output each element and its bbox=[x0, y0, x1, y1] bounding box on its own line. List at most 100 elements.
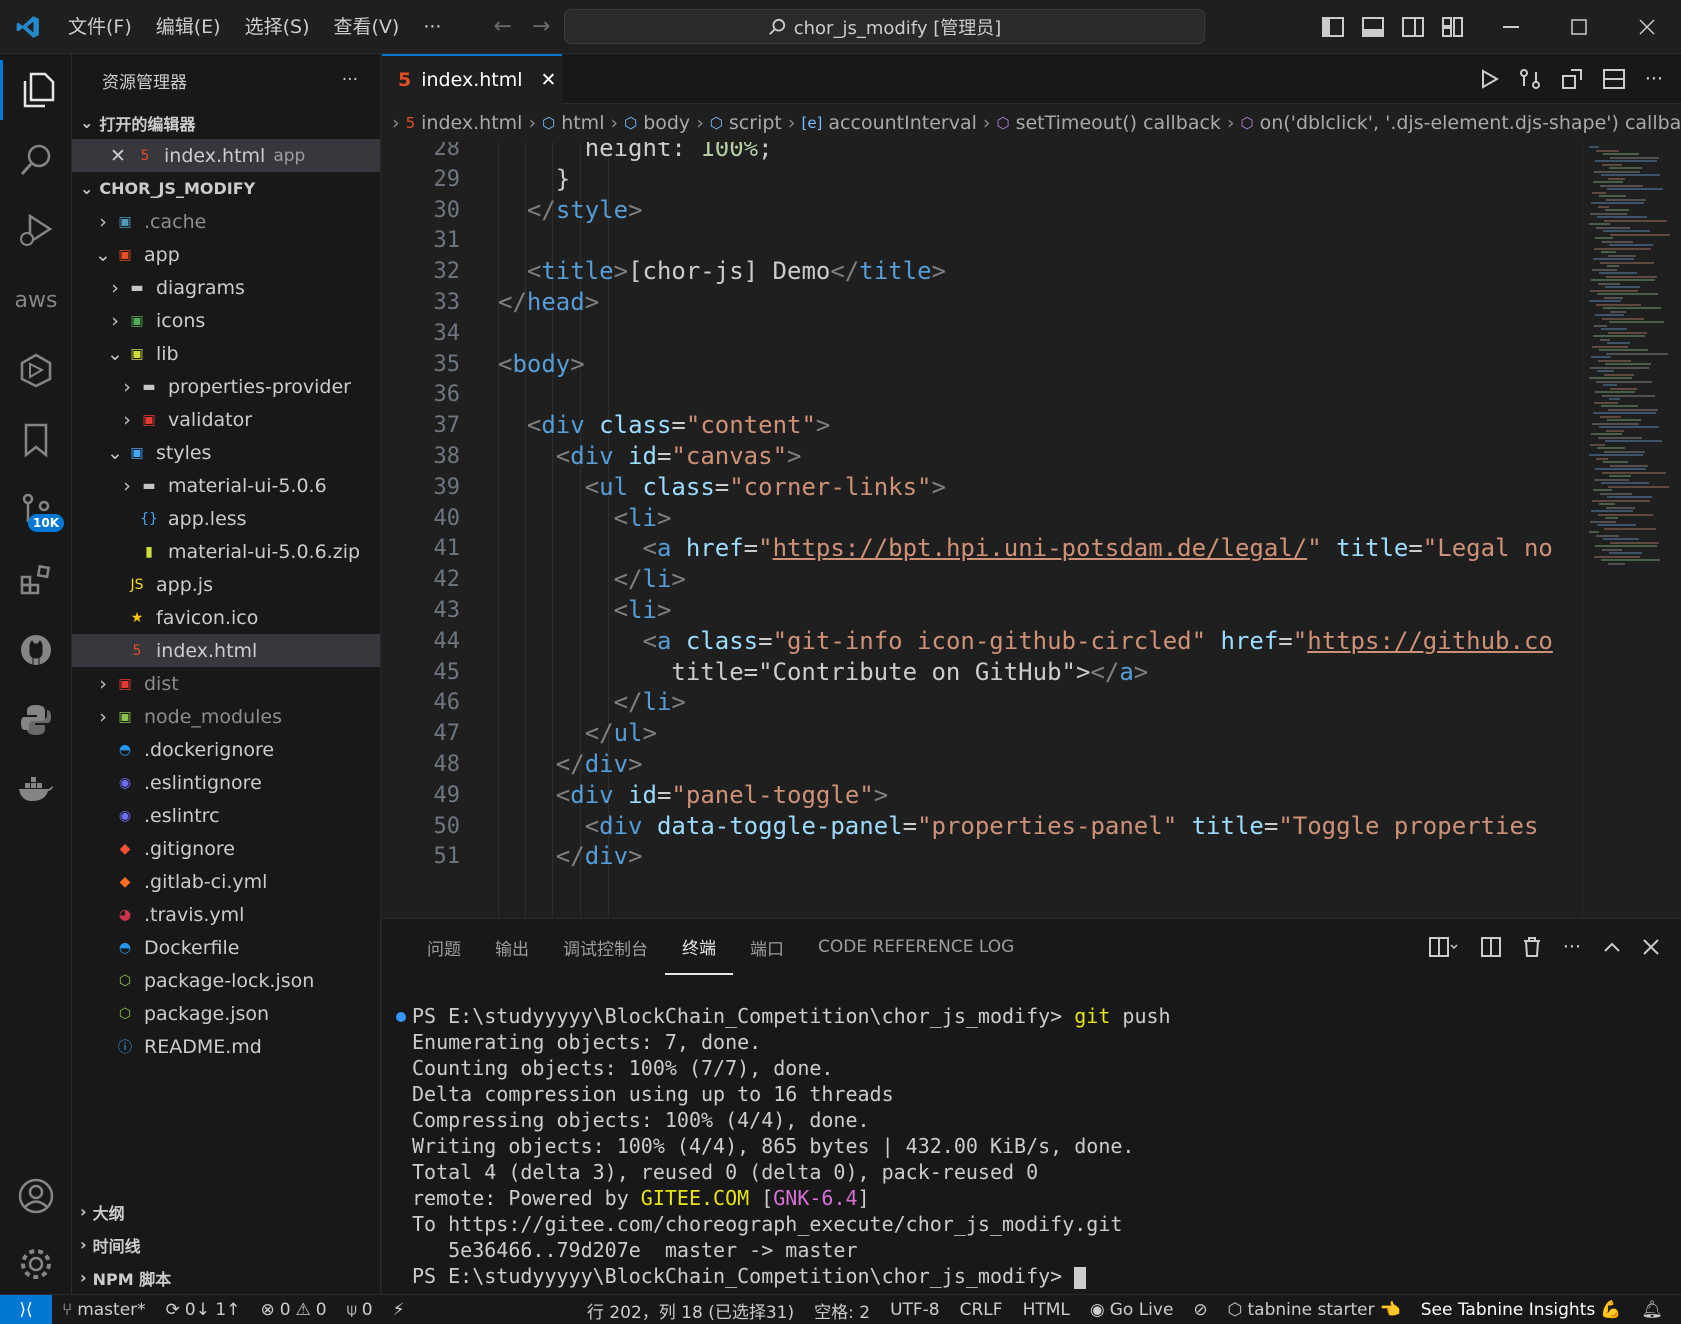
remote-indicator-icon[interactable]: ⟩⟨ bbox=[0, 1294, 52, 1324]
extensions-icon[interactable] bbox=[0, 550, 72, 610]
tree-item[interactable]: ◆ .gitlab-ci.yml bbox=[72, 865, 380, 898]
sync-status[interactable]: ⟳ 0↓ 1↑ bbox=[156, 1300, 251, 1320]
encoding[interactable]: UTF-8 bbox=[880, 1300, 950, 1320]
code-editor[interactable]: 28 29 30 31 32 33 34 35 36 37 38 39 40 41 42 43 44 45 46 47… bbox=[382, 142, 1681, 918]
tabnine-status[interactable]: ⬡ tabnine starter 👈 bbox=[1218, 1300, 1411, 1320]
tab-output[interactable]: 输出 bbox=[478, 919, 546, 975]
github-icon[interactable] bbox=[0, 620, 72, 680]
forward-arrow-icon[interactable]: → bbox=[532, 14, 550, 39]
close-panel-icon[interactable] bbox=[1643, 939, 1659, 955]
lightning-icon[interactable]: ⚡ bbox=[383, 1300, 415, 1320]
docker-icon[interactable] bbox=[0, 760, 72, 820]
customize-layout-icon[interactable] bbox=[1442, 17, 1464, 37]
close-icon[interactable]: ✕ bbox=[110, 145, 132, 167]
terminal-output[interactable]: PS E:\studyyyyy\BlockChain_Competition\c… bbox=[396, 1003, 1171, 1289]
npm-scripts-section[interactable]: › NPM 脚本 bbox=[72, 1261, 381, 1294]
tree-item[interactable]: ⬡ package-lock.json bbox=[72, 964, 380, 997]
new-terminal-split-icon[interactable] bbox=[1428, 937, 1459, 957]
tree-item[interactable]: › ▣ node_modules bbox=[72, 700, 380, 733]
tree-item[interactable]: ◓ Dockerfile bbox=[72, 931, 380, 964]
tabnine-insights[interactable]: See Tabnine Insights 💪 bbox=[1411, 1300, 1632, 1320]
run-icon[interactable] bbox=[1481, 69, 1499, 89]
branch-status[interactable]: ⑂ master* bbox=[52, 1300, 156, 1320]
tab-code-reference-log[interactable]: CODE REFERENCE LOG bbox=[801, 919, 1031, 975]
toggle-primary-sidebar-icon[interactable] bbox=[1322, 17, 1344, 37]
source-control-icon[interactable]: 10K bbox=[0, 480, 72, 540]
accounts-icon[interactable] bbox=[0, 1166, 72, 1226]
tab-problems[interactable]: 问题 bbox=[410, 919, 478, 975]
tab-terminal[interactable]: 终端 bbox=[665, 919, 733, 975]
menu-more[interactable]: ··· bbox=[411, 0, 453, 54]
toggle-secondary-sidebar-icon[interactable] bbox=[1402, 17, 1424, 37]
split-editor-icon[interactable] bbox=[1602, 69, 1625, 89]
tree-item[interactable]: › ▣ icons bbox=[72, 304, 380, 337]
menu-edit[interactable]: 编辑(E) bbox=[144, 0, 233, 54]
back-arrow-icon[interactable]: ← bbox=[493, 14, 511, 39]
compare-changes-icon[interactable] bbox=[1519, 68, 1541, 90]
tree-item[interactable]: › ▬ properties-provider bbox=[72, 370, 380, 403]
menu-selection[interactable]: 选择(S) bbox=[233, 0, 322, 54]
python-icon[interactable] bbox=[0, 690, 72, 750]
breadcrumb-item[interactable]: setTimeout() callback bbox=[1016, 112, 1221, 134]
no-bell-icon[interactable]: ⊘ bbox=[1183, 1300, 1217, 1320]
tab-ports[interactable]: 端口 bbox=[733, 919, 801, 975]
split-terminal-icon[interactable] bbox=[1480, 937, 1501, 957]
more-icon[interactable]: ··· bbox=[1563, 936, 1581, 958]
notifications-bell-icon[interactable]: 🔔︎ bbox=[1631, 1300, 1681, 1320]
close-window-icon[interactable] bbox=[1613, 0, 1681, 54]
outline-section[interactable]: › 大纲 bbox=[72, 1195, 381, 1228]
breadcrumb-item[interactable]: body bbox=[643, 112, 690, 134]
tree-item[interactable]: › ▬ diagrams bbox=[72, 271, 380, 304]
language-mode[interactable]: HTML bbox=[1013, 1300, 1080, 1320]
settings-gear-icon[interactable] bbox=[0, 1234, 72, 1294]
close-tab-icon[interactable]: ✕ bbox=[541, 69, 557, 91]
tree-item[interactable]: 5 index.html bbox=[72, 634, 380, 667]
tree-item[interactable]: ⌄ ▣ app bbox=[72, 238, 380, 271]
breadcrumb-item[interactable]: html bbox=[561, 112, 604, 134]
explorer-more-button[interactable]: ··· bbox=[342, 70, 358, 90]
search-icon[interactable] bbox=[0, 130, 72, 190]
problems-status[interactable]: ⊗ 0 ⚠ 0 bbox=[250, 1300, 336, 1320]
tree-item[interactable]: ⌄ ▣ styles bbox=[72, 436, 380, 469]
tree-item[interactable]: ◆ .gitignore bbox=[72, 832, 380, 865]
tree-item[interactable]: JS app.js bbox=[72, 568, 380, 601]
breadcrumb-item[interactable]: index.html bbox=[421, 112, 522, 134]
minimize-icon[interactable] bbox=[1477, 0, 1545, 54]
explorer-icon[interactable] bbox=[0, 60, 72, 120]
line-ending[interactable]: CRLF bbox=[950, 1300, 1013, 1320]
tree-item[interactable]: › ▣ validator bbox=[72, 403, 380, 436]
tree-item[interactable]: › ▣ dist bbox=[72, 667, 380, 700]
tree-item[interactable]: ▮ material-ui-5.0.6.zip bbox=[72, 535, 380, 568]
extension-cube-icon[interactable] bbox=[0, 340, 72, 400]
breadcrumb-item[interactable]: script bbox=[729, 112, 782, 134]
menu-view[interactable]: 查看(V) bbox=[322, 0, 412, 54]
tree-item[interactable]: ◓ .dockerignore bbox=[72, 733, 380, 766]
aws-icon[interactable]: aws bbox=[0, 270, 72, 330]
bookmark-icon[interactable] bbox=[0, 410, 72, 470]
menu-file[interactable]: 文件(F) bbox=[56, 0, 144, 54]
more-actions-icon[interactable]: ··· bbox=[1645, 68, 1663, 90]
cursor-position[interactable]: 行 202，列 18 (已选择31) bbox=[577, 1298, 804, 1323]
tree-item[interactable]: › ▬ material-ui-5.0.6 bbox=[72, 469, 380, 502]
open-editors-section[interactable]: ⌄ 打开的编辑器 bbox=[72, 106, 380, 139]
maximize-icon[interactable] bbox=[1545, 0, 1613, 54]
ports-status[interactable]: ⍦ 0 bbox=[337, 1300, 383, 1320]
maximize-panel-icon[interactable] bbox=[1603, 941, 1621, 953]
tree-item[interactable]: {} app.less bbox=[72, 502, 380, 535]
open-preview-icon[interactable] bbox=[1561, 68, 1583, 90]
tree-item[interactable]: ◉ .eslintrc bbox=[72, 799, 380, 832]
go-live-button[interactable]: ◉ Go Live bbox=[1080, 1300, 1184, 1320]
breadcrumb-item[interactable]: accountInterval bbox=[828, 112, 976, 134]
open-editor-item[interactable]: ✕ 5 index.html app bbox=[72, 139, 380, 172]
tree-item[interactable]: › ▣ .cache bbox=[72, 205, 380, 238]
tree-item[interactable]: ⓘ README.md bbox=[72, 1030, 380, 1063]
breadcrumb-item[interactable]: on('dblclick', '.djs-element.djs-shape')… bbox=[1260, 112, 1681, 134]
tree-item[interactable]: ◕ .travis.yml bbox=[72, 898, 380, 931]
tree-item[interactable]: ⬡ package.json bbox=[72, 997, 380, 1030]
command-center[interactable]: chor_js_modify [管理员] bbox=[564, 9, 1205, 44]
tab-debug-console[interactable]: 调试控制台 bbox=[546, 919, 665, 975]
trash-icon[interactable] bbox=[1523, 937, 1541, 957]
toggle-panel-icon[interactable] bbox=[1362, 17, 1384, 37]
minimap[interactable] bbox=[1582, 142, 1677, 918]
tree-item[interactable]: ◉ .eslintignore bbox=[72, 766, 380, 799]
